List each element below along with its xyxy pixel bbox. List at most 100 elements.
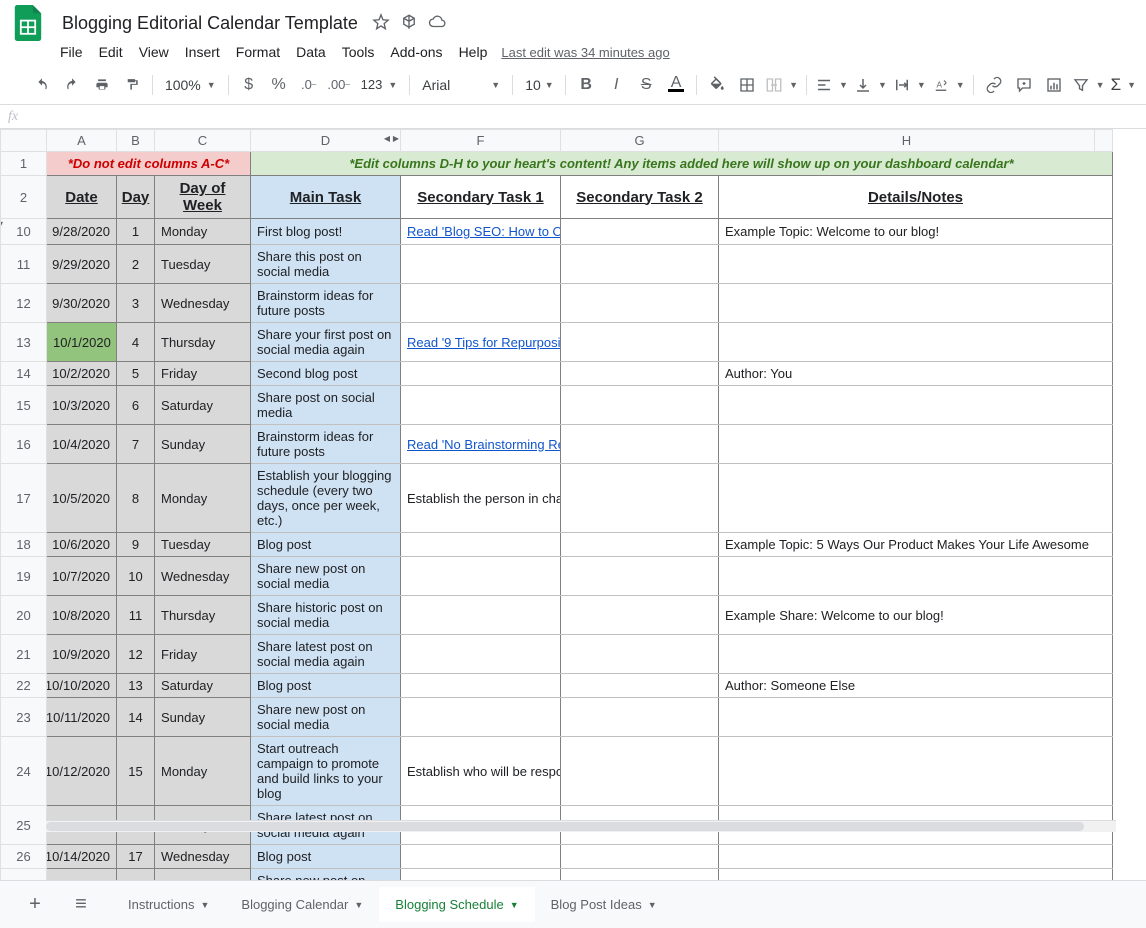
row-header[interactable]: 19 <box>1 557 47 596</box>
cell[interactable]: Monday <box>155 219 251 245</box>
strikethrough-button[interactable]: S <box>632 71 660 99</box>
cell[interactable]: 11 <box>117 596 155 635</box>
cell[interactable] <box>561 674 719 698</box>
sheet-tab[interactable]: Blogging Calendar▼ <box>225 887 379 922</box>
cell[interactable]: 10/7/2020 <box>47 557 117 596</box>
star-icon[interactable] <box>372 13 390 34</box>
cell[interactable]: 10/2/2020 <box>47 362 117 386</box>
row-header[interactable]: 15 <box>1 386 47 425</box>
cell[interactable]: 10 <box>117 557 155 596</box>
v-align-button[interactable]: ▼ <box>852 72 889 98</box>
menu-insert[interactable]: Insert <box>177 40 228 64</box>
chart-button[interactable] <box>1040 71 1068 99</box>
text-color-button[interactable]: A <box>662 71 690 99</box>
cell[interactable]: Example Share: Welcome to our blog! <box>719 596 1113 635</box>
cell[interactable]: Thursday <box>155 323 251 362</box>
cell[interactable]: Example Topic: 5 Ways Our Product Makes … <box>719 533 1113 557</box>
merge-cells-button[interactable]: ▼ <box>763 72 800 98</box>
cell[interactable]: 10/8/2020 <box>47 596 117 635</box>
cell[interactable] <box>561 635 719 674</box>
cell[interactable]: Brainstorm ideas for future posts <box>251 425 401 464</box>
add-sheet-button[interactable]: + <box>20 890 50 920</box>
row-header[interactable]: 1 <box>1 152 47 176</box>
cell[interactable] <box>561 362 719 386</box>
row-header[interactable]: 2 <box>1 176 47 219</box>
cell[interactable]: 3 <box>117 284 155 323</box>
cell[interactable]: Sunday <box>155 425 251 464</box>
cell[interactable]: Read 'No Brainstorming Re <box>401 425 561 464</box>
header-sec2[interactable]: Secondary Task 2 <box>561 176 719 219</box>
cell[interactable] <box>561 386 719 425</box>
cell[interactable] <box>719 737 1113 806</box>
cell[interactable]: 10/11/2020 <box>47 698 117 737</box>
cell[interactable]: Share new post on social media <box>251 698 401 737</box>
h-align-button[interactable]: ▼ <box>813 72 850 98</box>
comment-button[interactable] <box>1010 71 1038 99</box>
link-button[interactable] <box>980 71 1008 99</box>
col-header-F[interactable]: F <box>401 130 561 152</box>
undo-button[interactable] <box>28 71 56 99</box>
col-header-B[interactable]: B <box>117 130 155 152</box>
cell[interactable] <box>719 557 1113 596</box>
row-header[interactable]: 26 <box>1 845 47 869</box>
col-header-A[interactable]: A <box>47 130 117 152</box>
cell[interactable]: 10/12/2020 <box>47 737 117 806</box>
cell[interactable]: First blog post! <box>251 219 401 245</box>
rotate-button[interactable]: A▼ <box>930 72 967 98</box>
row-header[interactable]: 24 <box>1 737 47 806</box>
row-header[interactable]: 18 <box>1 533 47 557</box>
cell[interactable]: Brainstorm ideas for future posts <box>251 284 401 323</box>
menu-tools[interactable]: Tools <box>334 40 383 64</box>
row-header[interactable]: 11 <box>1 245 47 284</box>
cell[interactable]: Read '9 Tips for Repurposi <box>401 323 561 362</box>
print-button[interactable] <box>88 71 116 99</box>
col-header-C[interactable]: C <box>155 130 251 152</box>
cell[interactable]: 18 <box>117 869 155 881</box>
cell[interactable]: 10/4/2020 <box>47 425 117 464</box>
cell[interactable]: Wednesday <box>155 557 251 596</box>
menu-format[interactable]: Format <box>228 40 288 64</box>
cell[interactable]: Blog post <box>251 845 401 869</box>
sheet-tab[interactable]: Instructions▼ <box>112 887 225 922</box>
cell[interactable]: 10/6/2020 <box>47 533 117 557</box>
row-header[interactable]: 22 <box>1 674 47 698</box>
cell[interactable] <box>719 635 1113 674</box>
row-header[interactable]: 23 <box>1 698 47 737</box>
cell[interactable]: Wednesday <box>155 845 251 869</box>
row-header[interactable]: 10▾ <box>1 219 47 245</box>
select-all-corner[interactable] <box>1 130 47 152</box>
cell[interactable]: Example Topic: Welcome to our blog! <box>719 219 1113 245</box>
cell[interactable]: Friday <box>155 362 251 386</box>
cell[interactable]: Author: You <box>719 362 1113 386</box>
cell[interactable] <box>719 245 1113 284</box>
cell[interactable] <box>561 219 719 245</box>
cell[interactable] <box>401 635 561 674</box>
cell[interactable]: Share post on social media <box>251 386 401 425</box>
header-main-task[interactable]: Main Task <box>251 176 401 219</box>
row-header[interactable]: 17 <box>1 464 47 533</box>
italic-button[interactable]: I <box>602 71 630 99</box>
move-icon[interactable] <box>400 13 418 34</box>
wrap-button[interactable]: ▼ <box>891 72 928 98</box>
last-edit-link[interactable]: Last edit was 34 minutes ago <box>501 45 669 60</box>
cell[interactable]: Start outreach campaign to promote and b… <box>251 737 401 806</box>
banner-left[interactable]: *Do not edit columns A-C* <box>47 152 251 176</box>
cell[interactable] <box>401 698 561 737</box>
more-formats-dropdown[interactable]: 123▼ <box>355 72 404 98</box>
col-header-D[interactable]: D◀▶ <box>251 130 401 152</box>
cell[interactable] <box>561 869 719 881</box>
row-header[interactable]: 12 <box>1 284 47 323</box>
sheets-logo[interactable] <box>8 3 48 43</box>
cell[interactable]: Tuesday <box>155 533 251 557</box>
cell[interactable]: Share your first post on social media ag… <box>251 323 401 362</box>
cell[interactable]: 10/5/2020 <box>47 464 117 533</box>
filter-button[interactable]: ▼ <box>1070 72 1107 98</box>
cell[interactable]: 10/3/2020 <box>47 386 117 425</box>
cell[interactable]: 8 <box>117 464 155 533</box>
functions-button[interactable]: Σ▼ <box>1109 72 1138 98</box>
row-header[interactable]: 16 <box>1 425 47 464</box>
row-header[interactable]: 27 <box>1 869 47 881</box>
all-sheets-button[interactable]: ≡ <box>66 890 96 920</box>
sheet-tab[interactable]: Blogging Schedule▼ <box>379 887 534 922</box>
row-header[interactable]: 21 <box>1 635 47 674</box>
